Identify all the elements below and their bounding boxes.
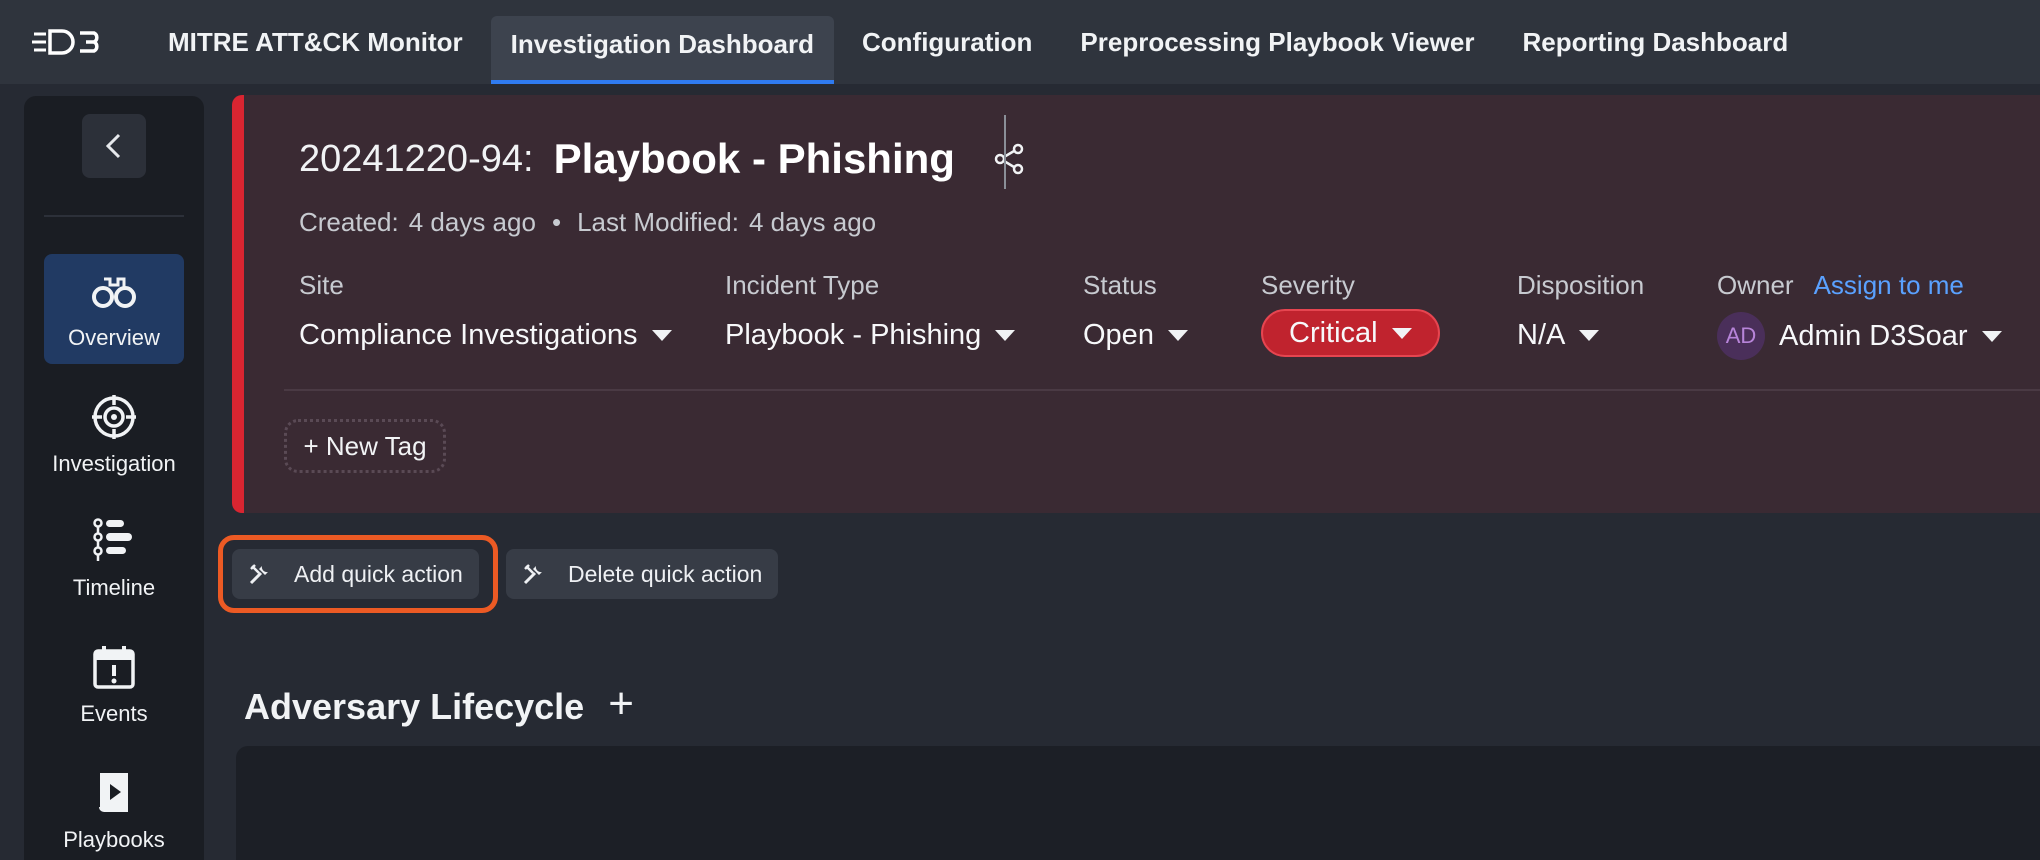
site-value: Compliance Investigations (299, 318, 638, 351)
sidebar-item-label: Investigation (52, 451, 176, 476)
timeline-icon (93, 518, 132, 561)
incident-type-value: Playbook - Phishing (725, 318, 982, 351)
add-lifecycle-button[interactable]: + (608, 682, 634, 726)
owner-value: Admin D3Soar (1779, 319, 1968, 352)
caret-down-icon (1391, 327, 1412, 339)
binoculars-icon (92, 277, 136, 308)
card-divider (284, 389, 2040, 391)
caret-down-icon (1579, 329, 1600, 341)
disposition-label: Disposition (1517, 269, 1645, 300)
status-value: Open (1083, 318, 1154, 351)
incident-type-dropdown[interactable]: Playbook - Phishing (725, 315, 1016, 355)
adversary-lifecycle-header: Adversary Lifecycle + (244, 682, 634, 728)
owner-dropdown[interactable]: AD Admin D3Soar (1717, 311, 2002, 361)
delete-quick-action-button[interactable]: Delete quick action (506, 549, 779, 599)
incident-id: 20241220-94: (299, 137, 534, 180)
incident-meta: Created: 4 days ago • Last Modified: 4 d… (299, 207, 876, 238)
nav-tabs: MITRE ATT&CK Monitor Investigation Dashb… (148, 0, 1816, 84)
d3-logo-icon (32, 29, 99, 55)
sidebar-item-events[interactable]: Events (44, 630, 184, 740)
severity-value: Critical (1289, 316, 1378, 349)
delete-quick-action-label: Delete quick action (568, 560, 763, 587)
owner-label-row: Owner Assign to me (1717, 269, 2002, 301)
created-value: 4 days ago (408, 207, 536, 237)
incident-type-field: Incident Type Playbook - Phishing (725, 269, 1016, 355)
disposition-field: Disposition N/A (1517, 269, 1644, 355)
adversary-lifecycle-panel (236, 746, 2040, 860)
caret-down-icon (995, 329, 1016, 341)
add-quick-action-label: Add quick action (294, 560, 463, 587)
caret-down-icon (651, 329, 672, 341)
tab-reporting-dashboard[interactable]: Reporting Dashboard (1502, 0, 1808, 84)
avatar: AD (1717, 312, 1765, 360)
tab-preprocessing-playbook-viewer[interactable]: Preprocessing Playbook Viewer (1060, 0, 1494, 84)
assign-to-me-link[interactable]: Assign to me (1814, 270, 1964, 301)
incident-title: Playbook - Phishing (553, 135, 955, 182)
incident-type-label: Incident Type (725, 269, 880, 300)
sidebar-item-label: Timeline (72, 575, 156, 600)
crosshair-icon (92, 395, 136, 439)
calendar-alert-icon (93, 646, 135, 689)
share-button[interactable] (989, 139, 1029, 179)
sidebar-item-label: Playbooks (63, 827, 165, 852)
playbook-icon (99, 773, 128, 812)
incident-header-card: 20241220-94: Playbook - Phishing Created… (232, 95, 2040, 513)
incident-title-row: 20241220-94: Playbook - Phishing (299, 129, 1029, 189)
sidebar-item-investigation[interactable]: Investigation (44, 380, 184, 490)
tools-icon (249, 564, 268, 585)
status-dropdown[interactable]: Open (1083, 315, 1188, 355)
severity-dropdown[interactable]: Critical (1261, 309, 1440, 357)
caret-down-icon (1167, 329, 1188, 341)
owner-label: Owner (1717, 269, 1794, 300)
d3-logo[interactable] (0, 0, 148, 84)
tab-configuration[interactable]: Configuration (842, 0, 1052, 84)
tab-investigation-dashboard[interactable]: Investigation Dashboard (490, 16, 835, 84)
top-navigation-bar: MITRE ATT&CK Monitor Investigation Dashb… (0, 0, 2040, 84)
new-tag-button[interactable]: + New Tag (284, 419, 446, 473)
owner-field: Owner Assign to me AD Admin D3Soar (1717, 269, 2002, 361)
severity-label: Severity (1261, 269, 1355, 300)
created-label: Created: (299, 207, 399, 237)
tab-mitre-attack-monitor[interactable]: MITRE ATT&CK Monitor (148, 0, 483, 84)
title-divider (1004, 115, 1006, 189)
sidebar-divider (44, 215, 184, 217)
status-field: Status Open (1083, 269, 1188, 355)
meta-separator: • (551, 207, 562, 237)
site-field: Site Compliance Investigations (299, 269, 672, 355)
collapse-sidebar-button[interactable] (82, 114, 146, 178)
severity-field: Severity Critical (1261, 269, 1440, 357)
modified-label: Last Modified: (577, 207, 739, 237)
status-label: Status (1083, 269, 1157, 300)
sidebar-item-label: Events (80, 701, 148, 726)
add-quick-action-button[interactable]: Add quick action (232, 549, 479, 599)
sidebar-item-overview[interactable]: Overview (44, 254, 184, 364)
sidebar-item-playbooks[interactable]: Playbooks (44, 756, 184, 860)
disposition-dropdown[interactable]: N/A (1517, 315, 1644, 355)
chevron-left-icon (105, 133, 121, 159)
tools-icon (523, 564, 542, 585)
disposition-value: N/A (1517, 318, 1566, 351)
sidebar-item-timeline[interactable]: Timeline (44, 504, 184, 614)
sidebar: Overview Investigation Timeline Events P… (24, 96, 204, 860)
caret-down-icon (1981, 330, 2002, 342)
site-dropdown[interactable]: Compliance Investigations (299, 315, 672, 355)
sidebar-item-label: Overview (68, 325, 160, 350)
modified-value: 4 days ago (748, 207, 877, 237)
site-label: Site (299, 269, 344, 300)
section-title: Adversary Lifecycle (244, 686, 585, 727)
share-icon (994, 143, 1024, 175)
